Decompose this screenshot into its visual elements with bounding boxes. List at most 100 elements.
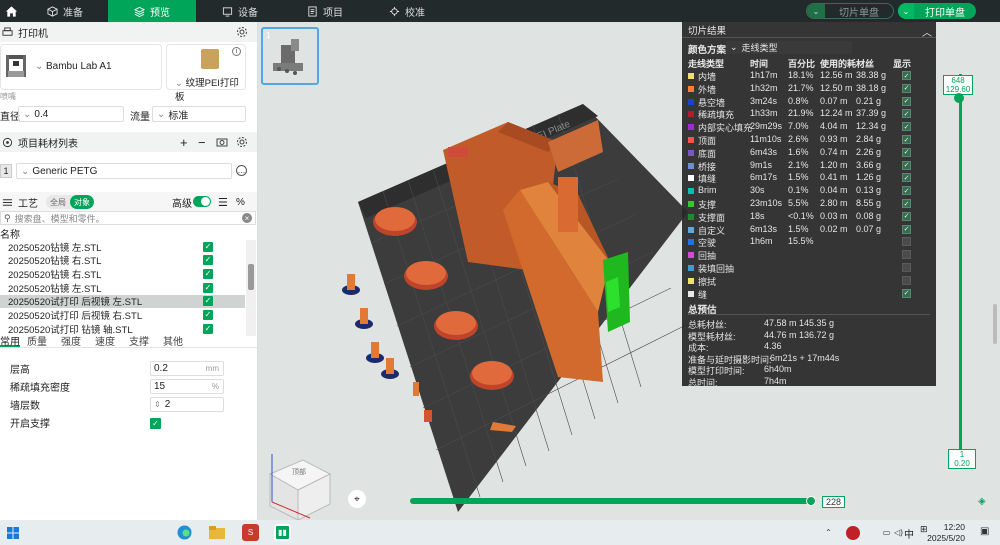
gear-icon[interactable] bbox=[236, 26, 248, 38]
windows-start-icon[interactable] bbox=[4, 524, 21, 541]
view-cube[interactable]: 顶部 bbox=[268, 459, 332, 520]
feature-visibility-checkbox[interactable]: ✓ bbox=[902, 83, 911, 93]
infill-density-input[interactable]: 15% bbox=[150, 379, 224, 394]
feature-visibility-checkbox[interactable]: ✓ bbox=[902, 135, 911, 144]
stepper-icon[interactable]: ⇕ bbox=[154, 400, 161, 409]
object-list-item[interactable]: 20250520钻镜 右.STL ✓ bbox=[0, 254, 245, 267]
feature-visibility-checkbox[interactable]: ✓ bbox=[902, 147, 911, 157]
printer-selector[interactable]: ⌄ Bambu Lab A1 bbox=[0, 44, 162, 90]
tab-calibration[interactable]: 校准 bbox=[366, 0, 448, 22]
object-visible-checkbox[interactable]: ✓ bbox=[203, 282, 213, 293]
object-list-scrollbar[interactable] bbox=[246, 240, 256, 336]
feature-visibility-checkbox[interactable]: ✓ bbox=[902, 186, 911, 196]
feature-visibility-checkbox[interactable]: ✓ bbox=[902, 237, 911, 247]
feature-visibility-checkbox[interactable]: ✓ bbox=[902, 160, 911, 170]
tab-prepare[interactable]: 准备 bbox=[22, 0, 108, 22]
tab-support[interactable]: 支撑 bbox=[122, 333, 156, 348]
object-visible-checkbox[interactable]: ✓ bbox=[203, 296, 213, 307]
layers-toggle-icon[interactable]: ◈ bbox=[978, 496, 986, 507]
object-list-item[interactable]: 20250520试打印 后视镜 右.STL ✓ bbox=[0, 309, 245, 322]
info-icon[interactable]: i bbox=[232, 47, 241, 56]
ime-indicator[interactable]: 中 bbox=[904, 526, 914, 541]
layer-slider-side-scrollbar[interactable] bbox=[993, 304, 997, 344]
feature-visibility-checkbox[interactable]: ✓ bbox=[902, 288, 911, 298]
move-slider-handle[interactable] bbox=[806, 496, 816, 506]
color-scheme-select[interactable]: ⌄ 走线类型 bbox=[726, 41, 852, 54]
feature-name: 装填回抽 bbox=[698, 264, 735, 274]
object-list-item[interactable]: 20250520钻镜 左.STL ✓ bbox=[0, 281, 245, 295]
filament-options-icon[interactable]: … bbox=[236, 165, 247, 176]
feature-visibility-checkbox[interactable]: ✓ bbox=[902, 71, 911, 80]
feature-pct: 1.5% bbox=[788, 223, 809, 234]
collapse-icon[interactable]: ︿ bbox=[922, 24, 932, 39]
home-icon[interactable] bbox=[0, 0, 22, 22]
object-visible-checkbox[interactable]: ✓ bbox=[203, 241, 213, 252]
layer-height-input[interactable]: 0.2 mm bbox=[150, 361, 224, 376]
edge-browser-icon[interactable] bbox=[176, 524, 193, 541]
feature-name: 悬空墙 bbox=[698, 97, 726, 108]
feature-visibility-checkbox[interactable]: ✓ bbox=[902, 275, 911, 285]
feature-visibility-checkbox[interactable]: ✓ bbox=[902, 122, 911, 132]
feature-color-swatch bbox=[688, 162, 694, 169]
feature-visibility-checkbox[interactable]: ✓ bbox=[902, 250, 911, 260]
tab-common[interactable]: 常用 bbox=[0, 333, 20, 348]
tab-speed[interactable]: 速度 bbox=[88, 333, 122, 348]
gear-icon[interactable] bbox=[236, 136, 248, 148]
layer-slider[interactable] bbox=[955, 74, 965, 466]
enable-support-checkbox[interactable]: ✓ bbox=[150, 418, 161, 429]
feature-visibility-checkbox[interactable]: ✓ bbox=[902, 199, 911, 208]
slice-plate-button[interactable]: ⌄ 切片单盘 bbox=[806, 3, 894, 19]
notification-icon[interactable]: ▣ bbox=[980, 526, 989, 537]
layer-slider-top-handle[interactable] bbox=[954, 93, 964, 103]
app-icon-red[interactable]: S bbox=[242, 524, 259, 541]
clear-search-icon[interactable]: × bbox=[242, 213, 252, 223]
file-explorer-icon[interactable] bbox=[208, 524, 225, 541]
feature-visibility-checkbox[interactable]: ✓ bbox=[902, 173, 911, 183]
tab-quality[interactable]: 质量 bbox=[20, 333, 54, 348]
object-visible-checkbox[interactable]: ✓ bbox=[203, 268, 213, 279]
flow-select[interactable]: ⌄ 标准 bbox=[152, 106, 246, 122]
fit-view-icon[interactable]: ⌖ bbox=[348, 490, 366, 508]
object-list-item[interactable]: 20250520试打印 后视镜 左.STL ✓ bbox=[0, 294, 245, 308]
feature-visibility-checkbox[interactable]: ✓ bbox=[902, 263, 911, 272]
feature-visibility-checkbox[interactable]: ✓ bbox=[902, 211, 911, 221]
object-visible-checkbox[interactable]: ✓ bbox=[203, 255, 213, 266]
global-object-toggle[interactable]: 全局 对象 bbox=[46, 195, 94, 209]
object-visible-checkbox[interactable]: ✓ bbox=[203, 310, 213, 320]
filament-index-badge[interactable]: 1 bbox=[0, 164, 12, 178]
wall-loops-stepper[interactable]: ⇕ 2 bbox=[150, 397, 224, 412]
tab-project[interactable]: 项目 bbox=[284, 0, 366, 22]
feature-row: 悬空墙 3m24s 0.8% 0.07 m 0.21 g ✓ bbox=[688, 96, 930, 109]
feature-visibility-checkbox[interactable]: ✓ bbox=[902, 224, 911, 234]
object-list-item[interactable]: 20250520钻镜 右.STL ✓ bbox=[0, 267, 245, 281]
add-filament-icon[interactable]: + bbox=[180, 135, 188, 150]
clock-date[interactable]: 2025/5/20 bbox=[920, 533, 965, 543]
tab-other[interactable]: 其他 bbox=[156, 333, 190, 348]
advanced-toggle[interactable] bbox=[193, 196, 211, 207]
print-plate-button[interactable]: ⌄ 打印单盘 bbox=[898, 3, 976, 19]
tray-chevron-icon[interactable]: ⌃ bbox=[820, 524, 837, 541]
nozzle-diameter-select[interactable]: ⌄ 0.4 bbox=[18, 106, 124, 122]
list-icon[interactable]: ☰ bbox=[218, 196, 228, 209]
remove-filament-icon[interactable]: − bbox=[198, 135, 206, 150]
plate-selector[interactable]: i ⌄ 纹理PEI打印板 bbox=[166, 44, 246, 103]
plate-thumbnail bbox=[201, 49, 219, 69]
feature-pct: 15.5% bbox=[788, 236, 814, 247]
clock-time[interactable]: 12:20 bbox=[933, 522, 965, 532]
object-list-item[interactable]: 20250520钻镜 左.STL ✓ bbox=[0, 240, 245, 254]
tab-strength[interactable]: 强度 bbox=[54, 333, 88, 348]
feature-wt: 0.21 g bbox=[856, 95, 882, 106]
move-slider[interactable] bbox=[410, 498, 815, 504]
bambu-studio-icon[interactable]: ▮▮ bbox=[274, 524, 291, 541]
feature-visibility-checkbox[interactable]: ✓ bbox=[902, 109, 911, 119]
feature-visibility-checkbox[interactable]: ✓ bbox=[902, 96, 911, 106]
object-search-input[interactable]: ⚲ 搜索盘、模型和零件。 × bbox=[0, 211, 256, 225]
tab-preview[interactable]: 预览 bbox=[108, 0, 196, 22]
tab-device[interactable]: 设备 bbox=[196, 0, 284, 22]
percent-icon[interactable]: % bbox=[236, 197, 245, 208]
plate-thumbnail-card[interactable]: 1 bbox=[261, 27, 319, 85]
feature-pct: 21.7% bbox=[788, 82, 814, 93]
filament-sync-icon[interactable] bbox=[216, 136, 228, 148]
filament-select[interactable]: ⌄ Generic PETG bbox=[16, 163, 232, 179]
tray-app-icon[interactable] bbox=[846, 526, 860, 540]
